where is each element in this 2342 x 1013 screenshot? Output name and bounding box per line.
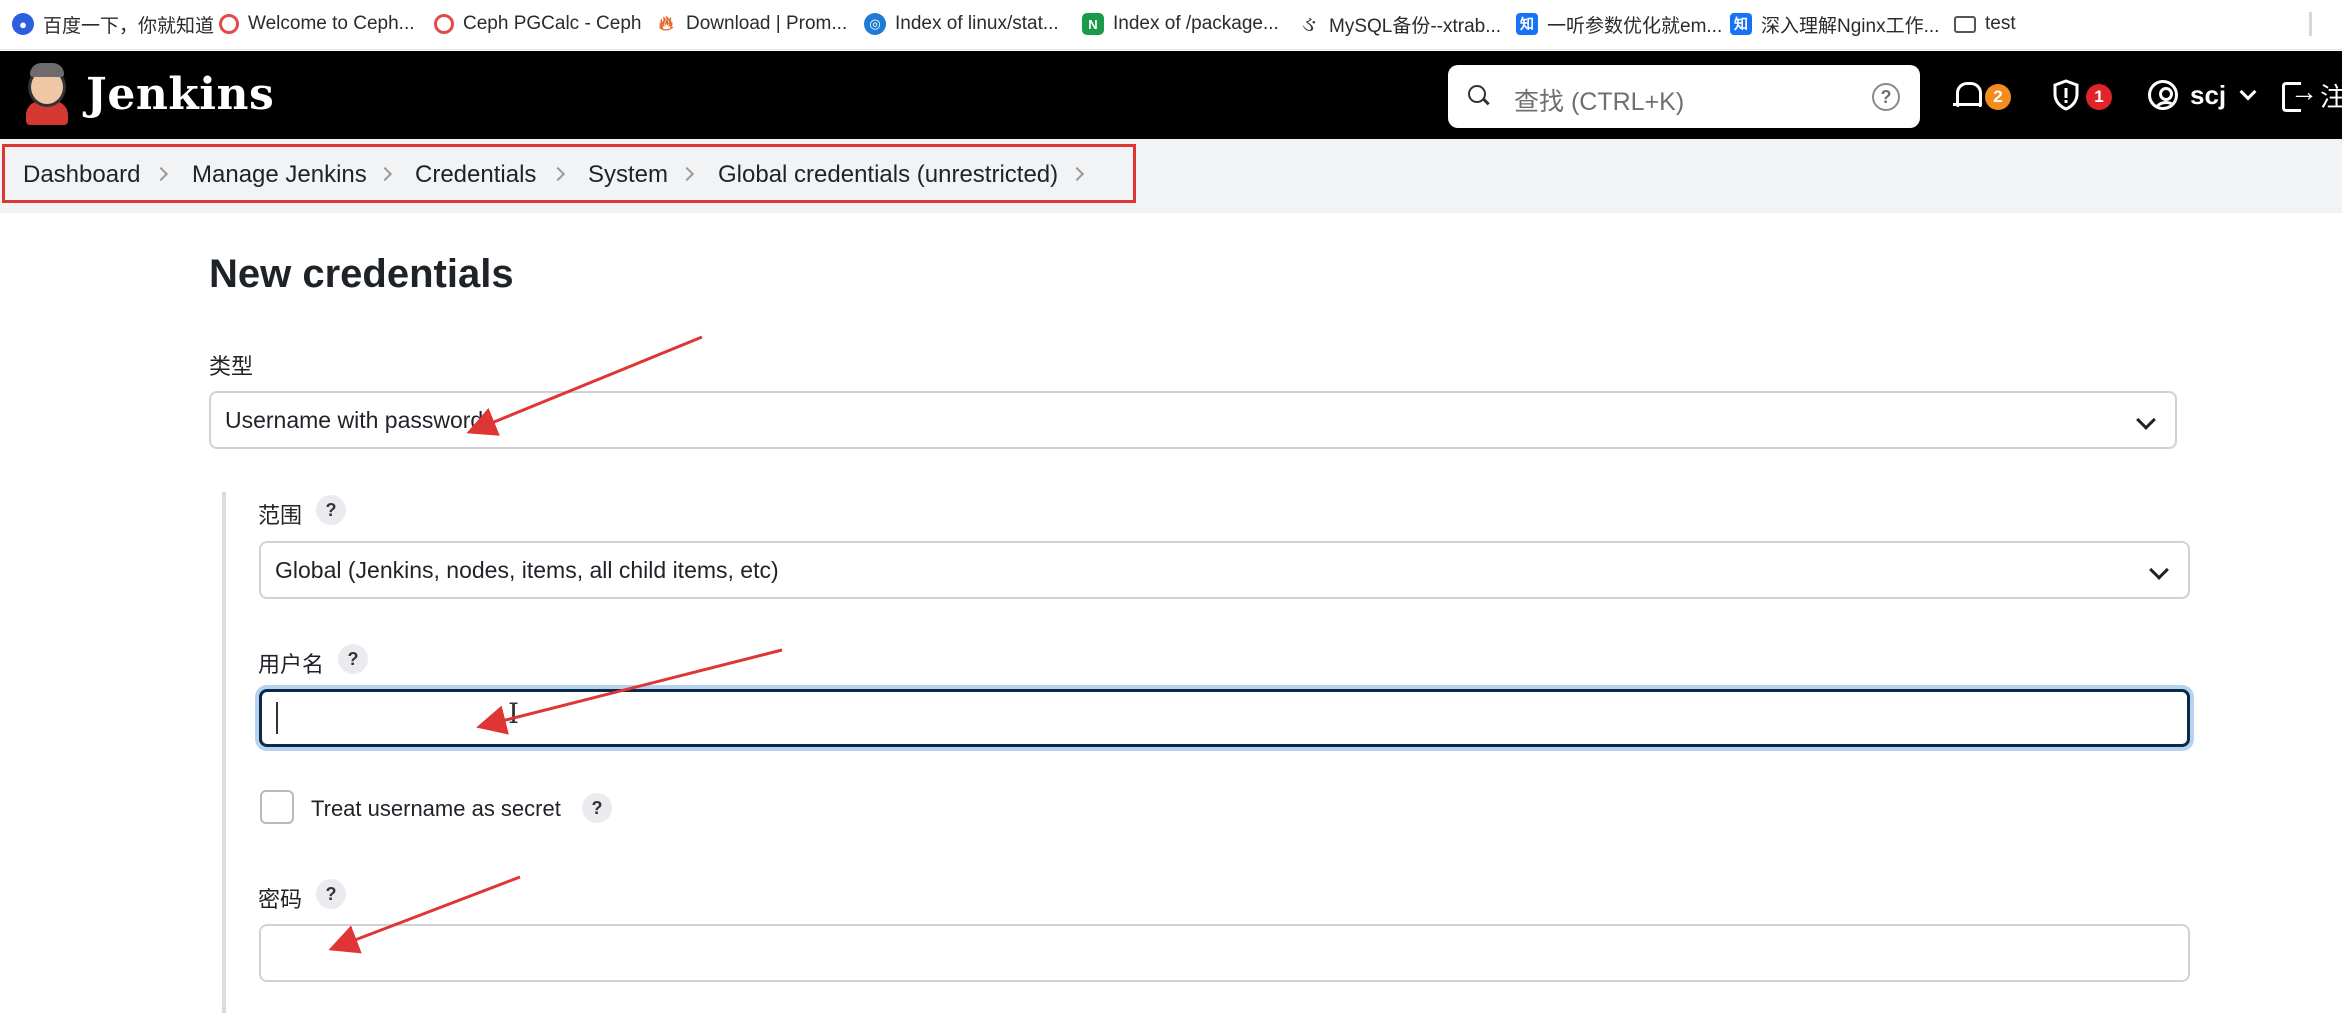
scope-label: 范围 — [258, 503, 303, 528]
bookmark-label: 百度一下，你就知道 — [43, 15, 215, 37]
jenkins-header: Jenkins 查找 (CTRL+K) ? 2 1 scj 注 — [0, 51, 2342, 139]
password-label: 密码 — [258, 887, 303, 912]
jenkins-logo-link[interactable]: Jenkins — [22, 61, 274, 127]
bookmark-label: 一听参数优化就em... — [1547, 15, 1723, 37]
bookmark-index-linux[interactable]: ◎ Index of linux/stat... — [864, 10, 1059, 38]
bookmark-mysql[interactable]: ઙ MySQL备份--xtrab... — [1298, 10, 1501, 38]
jenkins-butler-icon — [22, 61, 72, 127]
username-field[interactable] — [259, 689, 2190, 747]
page-title: New credentials — [209, 252, 514, 296]
bookmark-label: Index of linux/stat... — [895, 13, 1059, 34]
bookmark-folder-test[interactable]: test — [1954, 10, 2016, 38]
zhihu-icon: 知 — [1516, 13, 1538, 35]
ceph-icon — [434, 14, 454, 34]
security-button[interactable]: 1 — [2052, 73, 2112, 117]
security-badge: 1 — [2086, 84, 2112, 110]
search-input[interactable]: 查找 (CTRL+K) — [1514, 82, 1684, 118]
treat-username-secret-label[interactable]: Treat username as secret — [311, 796, 561, 822]
breadcrumb-credentials[interactable]: Credentials — [415, 161, 536, 189]
bookmarks-overflow-edge — [2309, 12, 2312, 36]
user-menu[interactable]: scj — [2148, 73, 2257, 117]
breadcrumb-manage-jenkins[interactable]: Manage Jenkins — [192, 161, 367, 189]
bookmark-zhihu-2[interactable]: 知 深入理解Nginx工作... — [1730, 10, 1939, 38]
folder-icon — [1954, 15, 1976, 33]
password-help-icon[interactable]: ? — [316, 879, 346, 909]
bookmark-index-package[interactable]: N Index of /package... — [1082, 10, 1279, 38]
text-caret — [276, 702, 278, 734]
breadcrumb-system[interactable]: System — [588, 161, 668, 189]
scope-help-icon[interactable]: ? — [316, 495, 346, 525]
mysql-icon: ઙ — [1301, 11, 1317, 36]
scope-select-value: Global (Jenkins, nodes, items, all child… — [275, 556, 779, 583]
breadcrumb-dashboard[interactable]: Dashboard — [23, 161, 140, 189]
breadcrumb: Dashboard Manage Jenkins Credentials Sys… — [0, 139, 2342, 213]
logout-icon — [2282, 76, 2318, 112]
search-help-icon[interactable]: ? — [1872, 83, 1900, 111]
prometheus-icon: 🔥︎ — [658, 12, 674, 35]
bookmark-label: Index of /package... — [1113, 13, 1279, 34]
bookmark-label: MySQL备份--xtrab... — [1329, 15, 1502, 37]
bookmark-zhihu-1[interactable]: 知 一听参数优化就em... — [1516, 10, 1722, 38]
chevron-down-icon — [2149, 560, 2169, 580]
username-label: 用户名 — [258, 652, 325, 677]
kind-select-value: Username with password — [225, 406, 484, 433]
bell-icon — [1953, 80, 1982, 110]
kind-select[interactable]: Username with password — [209, 391, 2177, 449]
bookmark-label: 深入理解Nginx工作... — [1761, 15, 1940, 37]
kind-label: 类型 — [209, 354, 254, 379]
ceph-icon — [219, 14, 239, 34]
bookmark-label: test — [1985, 13, 2016, 34]
bookmark-label: Download | Prom... — [686, 13, 848, 34]
user-name: scj — [2190, 79, 2227, 110]
bookmark-ceph-welcome[interactable]: Welcome to Ceph... — [219, 10, 415, 38]
shield-icon — [2052, 79, 2080, 111]
search-box[interactable]: 查找 (CTRL+K) ? — [1448, 65, 1920, 128]
bookmarks-bar: ● 百度一下，你就知道 Welcome to Ceph... Ceph PGCa… — [0, 0, 2342, 50]
scope-select[interactable]: Global (Jenkins, nodes, items, all child… — [259, 541, 2190, 599]
password-field[interactable] — [259, 924, 2190, 982]
bookmark-label: Welcome to Ceph... — [248, 13, 415, 34]
treat-secret-help-icon[interactable]: ? — [582, 793, 612, 823]
notifications-button[interactable]: 2 — [1953, 73, 2011, 117]
bookmark-baidu[interactable]: ● 百度一下，你就知道 — [12, 10, 214, 38]
bookmark-label: Ceph PGCalc - Ceph — [463, 13, 642, 34]
nginx-icon: N — [1082, 13, 1104, 35]
baidu-icon: ● — [12, 13, 34, 35]
search-icon — [1468, 85, 1490, 107]
notifications-badge: 2 — [1985, 84, 2011, 110]
logout-label: 注 — [2320, 81, 2342, 112]
username-help-icon[interactable]: ? — [338, 644, 368, 674]
brand-name: Jenkins — [86, 68, 275, 120]
breadcrumb-global-credentials[interactable]: Global credentials (unrestricted) — [718, 161, 1058, 189]
globe-icon: ◎ — [864, 13, 886, 35]
logout-button[interactable]: 注 — [2282, 73, 2342, 117]
bookmark-prometheus[interactable]: 🔥︎ Download | Prom... — [655, 10, 848, 38]
zhihu-icon: 知 — [1730, 13, 1752, 35]
mouse-ibeam-cursor-icon: I — [508, 697, 520, 730]
treat-username-secret-checkbox[interactable] — [260, 790, 294, 824]
user-avatar-icon — [2148, 80, 2178, 110]
chevron-down-icon — [2239, 83, 2257, 101]
chevron-down-icon — [2136, 410, 2156, 430]
bookmark-ceph-pgcalc[interactable]: Ceph PGCalc - Ceph — [434, 10, 641, 38]
nested-section-rule — [222, 492, 226, 1013]
